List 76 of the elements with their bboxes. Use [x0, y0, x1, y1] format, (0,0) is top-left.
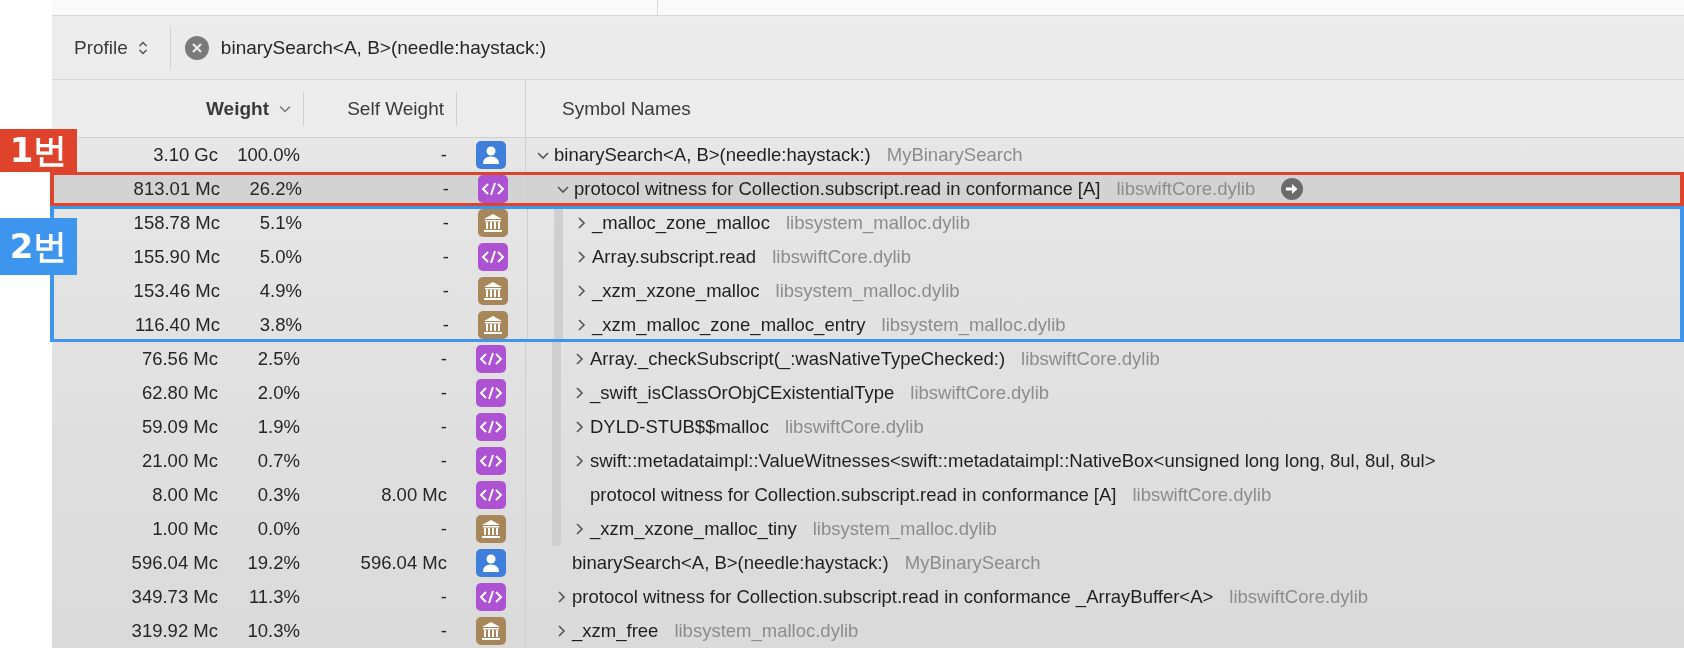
callout-tooltip: 2번 [0, 218, 77, 275]
library-name: libsystem_malloc.dylib [775, 280, 960, 302]
weight-percent: 11.3% [247, 586, 301, 608]
weight-value: 21.00 Mc [140, 450, 219, 472]
weight-percent: 26.2% [248, 178, 303, 200]
symbol-name: Array.subscript.read [592, 246, 757, 268]
self-weight-value: 596.04 Mc [359, 552, 448, 574]
weight-value: 8.00 Mc [151, 484, 219, 506]
symbol-name: Array._checkSubscript(_:wasNativeTypeChecked:) [590, 348, 1006, 370]
library-name: libsystem_malloc.dylib [812, 518, 997, 540]
weight-percent: 10.3% [246, 620, 301, 642]
weight-percent: 2.0% [256, 382, 301, 404]
symbol-name: protocol witness for Collection.subscript.read in conformance [A] [574, 178, 1101, 200]
weight-percent: 1.9% [256, 416, 301, 438]
weight-value: 62.80 Mc [140, 382, 219, 404]
self-weight-value: - [441, 314, 450, 336]
weight-percent: 0.0% [256, 518, 301, 540]
library-name: MyBinarySearch [886, 144, 1023, 166]
library-name: libswiftCore.dylib [1116, 178, 1256, 200]
library-name: libswiftCore.dylib [910, 382, 1050, 404]
library-name: MyBinarySearch [904, 552, 1041, 574]
library-name: libsystem_malloc.dylib [785, 212, 970, 234]
library-name: libswiftCore.dylib [1229, 586, 1369, 608]
weight-value: 349.73 Mc [130, 586, 219, 608]
self-weight-value: - [439, 518, 448, 540]
self-weight-value: - [439, 416, 448, 438]
weight-percent: 0.7% [256, 450, 301, 472]
symbol-name: _swift_isClassOrObjCExistentialType [590, 382, 895, 404]
weight-percent: 4.9% [258, 280, 303, 302]
weight-value: 153.46 Mc [132, 280, 221, 302]
library-name: libsystem_malloc.dylib [674, 620, 859, 642]
weight-percent: 3.8% [258, 314, 303, 336]
self-weight-value: - [439, 450, 448, 472]
weight-percent: 5.1% [258, 212, 303, 234]
weight-value: 3.10 Gc [152, 144, 219, 166]
weight-value: 813.01 Mc [132, 178, 221, 200]
symbol-name: binarySearch<A, B>(needle:haystack:) [554, 144, 871, 166]
weight-value: 596.04 Mc [130, 552, 219, 574]
self-weight-value: 8.00 Mc [380, 484, 448, 506]
weight-value: 1.00 Mc [151, 518, 219, 540]
symbol-name: _xzm_free [572, 620, 659, 642]
weight-value: 59.09 Mc [140, 416, 219, 438]
self-weight-value: - [441, 212, 450, 234]
self-weight-value: - [439, 348, 448, 370]
symbol-name: _xzm_malloc_zone_malloc_entry [592, 314, 866, 336]
symbol-name: _xzm_xzone_malloc_tiny [590, 518, 797, 540]
self-weight-value: - [439, 586, 448, 608]
weight-value: 116.40 Mc [134, 314, 221, 336]
weight-value: 319.92 Mc [130, 620, 219, 642]
weight-percent: 2.5% [256, 348, 301, 370]
callout-tooltip: 1번 [0, 129, 77, 172]
self-weight-value: - [441, 178, 450, 200]
symbol-name: swift::metadataimpl::ValueWitnesses<swift::metadataimpl::NativeBox<unsigned long long, 8ul, 8ul, 8ul> [590, 450, 1436, 472]
library-name: libswiftCore.dylib [1021, 348, 1160, 370]
symbol-name: binarySearch<A, B>(needle:haystack:) [572, 552, 889, 574]
symbol-name: _xzm_xzone_malloc [592, 280, 760, 302]
weight-percent: 100.0% [236, 144, 301, 166]
self-weight-value: - [439, 144, 448, 166]
symbol-name: protocol witness for Collection.subscript.read in conformance _ArrayBuffer<A> [572, 586, 1214, 608]
weight-value: 155.90 Mc [132, 246, 221, 268]
self-weight-value: - [441, 280, 450, 302]
self-weight-value: - [439, 620, 448, 642]
weight-value: 76.56 Mc [140, 348, 219, 370]
weight-percent: 0.3% [256, 484, 301, 506]
weight-percent: 5.0% [258, 246, 303, 268]
symbol-name: _malloc_zone_malloc [592, 212, 770, 234]
library-name: libsystem_malloc.dylib [881, 314, 1066, 336]
weight-value: 158.78 Mc [132, 212, 221, 234]
symbol-name: DYLD-STUB$$malloc [590, 416, 769, 438]
self-weight-value: - [439, 382, 448, 404]
symbol-name: protocol witness for Collection.subscript.read in conformance [A] [590, 484, 1117, 506]
library-name: libswiftCore.dylib [1132, 484, 1272, 506]
self-weight-value: - [441, 246, 450, 268]
library-name: libswiftCore.dylib [784, 416, 924, 438]
weight-percent: 19.2% [246, 552, 301, 574]
library-name: libswiftCore.dylib [772, 246, 911, 268]
